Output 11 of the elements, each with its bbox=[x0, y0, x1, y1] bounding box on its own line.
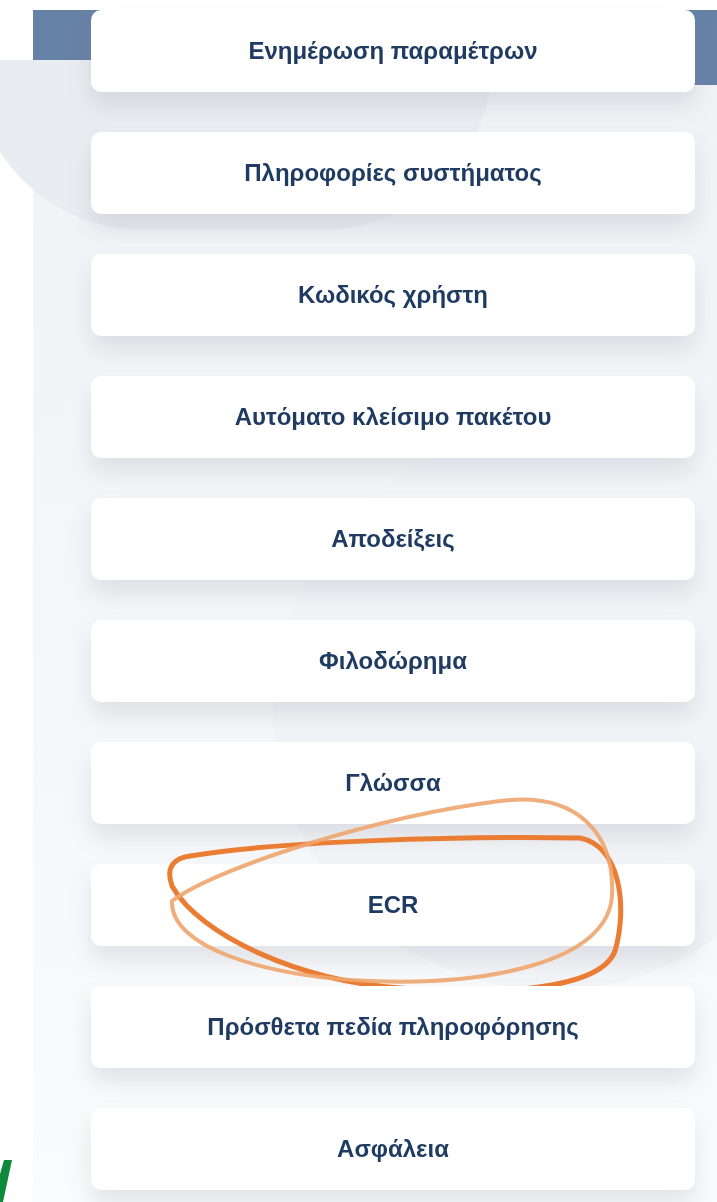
menu-item[interactable]: Αυτόματο κλείσιμο πακέτου bbox=[91, 376, 695, 458]
menu-item[interactable]: Πληροφορίες συστήματος bbox=[91, 132, 695, 214]
menu-item[interactable]: Φιλοδώρημα bbox=[91, 620, 695, 702]
menu-item[interactable]: Ενημέρωση παραμέτρων bbox=[91, 10, 695, 92]
stroke-icon bbox=[0, 1160, 12, 1202]
menu-item[interactable]: ECR bbox=[91, 864, 695, 946]
menu-item[interactable]: Γλώσσα bbox=[91, 742, 695, 824]
menu-item[interactable]: Ασφάλεια bbox=[91, 1108, 695, 1190]
menu-item[interactable]: Πρόσθετα πεδία πληροφόρησης bbox=[91, 986, 695, 1068]
menu-item[interactable]: Αποδείξεις bbox=[91, 498, 695, 580]
menu-item[interactable]: Κωδικός χρήστη bbox=[91, 254, 695, 336]
